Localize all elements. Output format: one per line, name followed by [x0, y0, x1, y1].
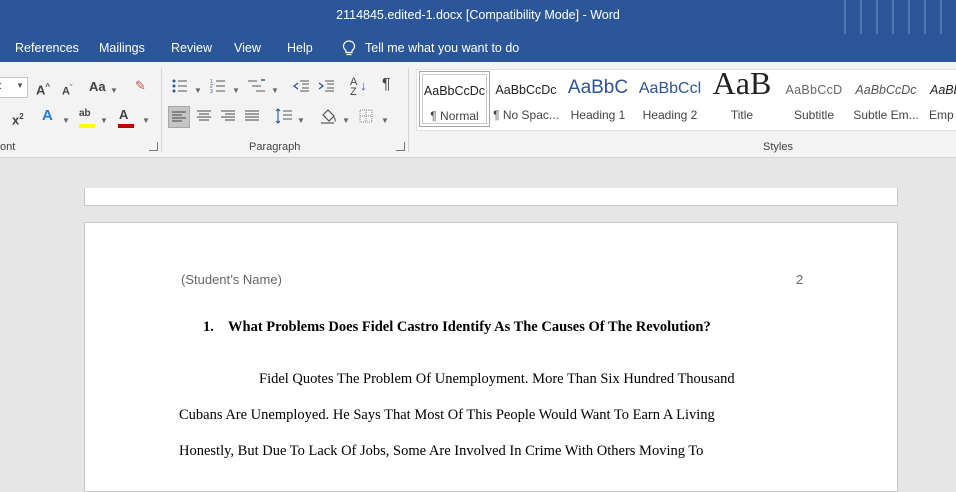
style-subtitle[interactable]: AaBbCcD Subtitle	[781, 71, 847, 127]
bullets-icon[interactable]	[172, 79, 188, 93]
paragraph-line[interactable]: Honestly, But Due To Lack Of Jobs, Some …	[179, 443, 703, 460]
font-dialog-launcher-icon[interactable]	[149, 142, 158, 151]
style-name: ¶ Normal	[430, 109, 479, 123]
style-name: ¶ No Spac...	[493, 108, 559, 122]
document-page[interactable]: (Student’s Name) 2 1. What Problems Does…	[84, 222, 898, 492]
shading-icon[interactable]	[320, 108, 338, 124]
chevron-down-icon: ▼	[381, 116, 389, 125]
previous-page-bottom	[84, 188, 898, 206]
style-name: Subtitle	[793, 108, 835, 122]
align-left-button[interactable]	[168, 106, 190, 128]
style-name: Heading 2	[642, 108, 698, 122]
chevron-down-icon: ▼	[110, 86, 118, 95]
paragraph-group-label: Paragraph	[249, 141, 301, 153]
style-no-spacing[interactable]: AaBbCcDc ¶ No Spac...	[493, 71, 559, 127]
style-emphasis[interactable]: AaBb Emp	[925, 71, 956, 127]
sort-arrow-icon: ↓	[360, 78, 367, 93]
font-group-label: ont	[0, 141, 16, 153]
lightbulb-icon	[342, 40, 356, 56]
style-name: Title	[730, 108, 754, 122]
paragraph-line[interactable]: Fidel Quotes The Problem Of Unemployment…	[259, 371, 735, 388]
styles-group-label: Styles	[763, 141, 793, 153]
window-title: 2114845.edited-1.docx [Compatibility Mod…	[336, 8, 620, 22]
tell-me-search[interactable]: Tell me what you want to do	[342, 40, 519, 56]
style-subtle-emphasis[interactable]: AaBbCcDc Subtle Em...	[853, 71, 919, 127]
tab-review[interactable]: Review	[171, 41, 212, 55]
style-preview: AaBbC	[567, 77, 629, 98]
paragraph-dialog-launcher-icon[interactable]	[396, 142, 405, 151]
style-preview: AaBbCcDc	[855, 83, 917, 97]
ribbon: : ▼ A^ Aˇ Aa ▼ ✎ x2 A ▼ ab ▼ A ▼ ont ▼ 1…	[0, 62, 956, 158]
decrease-indent-icon[interactable]	[293, 79, 310, 93]
style-preview: AaB	[712, 71, 772, 101]
highlight-icon[interactable]: ab	[79, 106, 91, 122]
chevron-down-icon: ▼	[100, 116, 108, 125]
style-preview: AaBb	[930, 83, 956, 97]
tab-references[interactable]: References	[15, 41, 79, 55]
tell-me-label: Tell me what you want to do	[365, 41, 520, 55]
chevron-down-icon: ▼	[62, 116, 70, 125]
header-student-name[interactable]: (Student’s Name)	[181, 272, 282, 287]
ribbon-tabs: References Mailings Review View Help Tel…	[0, 34, 956, 62]
chevron-down-icon: ▼	[297, 116, 305, 125]
chevron-down-icon: ▼	[232, 86, 240, 95]
chevron-down-icon: ▼	[16, 81, 24, 90]
font-color-bar	[118, 124, 134, 128]
show-formatting-icon[interactable]: ¶	[382, 77, 391, 93]
sort-icon[interactable]: AZ	[350, 77, 357, 98]
justify-icon[interactable]	[244, 110, 260, 122]
style-preview: AaBbCcD	[785, 83, 843, 97]
style-name: Heading 1	[570, 108, 626, 122]
style-heading-1[interactable]: AaBbC Heading 1	[565, 71, 631, 127]
font-size-dropdown[interactable]: : ▼	[0, 77, 28, 98]
heading-text: What Problems Does Fidel Castro Identify…	[228, 319, 711, 335]
style-heading-2[interactable]: AaBbCcl Heading 2	[637, 71, 703, 127]
multilevel-list-icon[interactable]	[248, 79, 266, 93]
style-name: Subtle Em...	[853, 108, 919, 122]
list-number: 1.	[203, 319, 214, 335]
tab-mailings[interactable]: Mailings	[99, 41, 145, 55]
increase-indent-icon[interactable]	[318, 79, 335, 93]
style-name: Emp	[929, 108, 954, 122]
styles-gallery: AaBbCcDc ¶ Normal AaBbCcDc ¶ No Spac... …	[416, 69, 956, 131]
highlight-color-bar	[79, 124, 95, 128]
superscript-icon[interactable]: x2	[12, 109, 24, 128]
chevron-down-icon: ▼	[342, 116, 350, 125]
style-preview: AaBbCcDc	[423, 84, 486, 98]
group-divider	[161, 68, 162, 152]
align-left-icon	[172, 111, 186, 122]
tab-help[interactable]: Help	[287, 41, 313, 55]
paragraph-line[interactable]: Cubans Are Unemployed. He Says That Most…	[179, 407, 715, 424]
borders-icon[interactable]	[359, 109, 373, 123]
font-color-icon[interactable]: A	[119, 107, 128, 123]
style-preview: AaBbCcDc	[495, 83, 557, 97]
group-divider	[408, 68, 409, 152]
shrink-font-icon[interactable]: Aˇ	[62, 81, 72, 100]
text-effects-icon[interactable]: A	[42, 108, 53, 124]
style-preview: AaBbCcl	[638, 80, 702, 97]
tab-view[interactable]: View	[234, 41, 261, 55]
line-spacing-icon[interactable]	[275, 108, 293, 124]
title-bar-pattern	[836, 0, 956, 34]
clear-formatting-icon[interactable]: ✎	[135, 78, 146, 94]
chevron-down-icon: ▼	[142, 116, 150, 125]
numbering-icon[interactable]: 123	[210, 79, 226, 93]
style-normal[interactable]: AaBbCcDc ¶ Normal	[419, 71, 490, 127]
grow-font-icon[interactable]: A^	[36, 79, 50, 98]
chevron-down-icon: ▼	[271, 86, 279, 95]
align-center-icon[interactable]	[196, 110, 212, 122]
header-page-number[interactable]: 2	[796, 272, 803, 287]
style-title[interactable]: AaB Title	[709, 71, 775, 127]
svg-text:3: 3	[210, 89, 213, 93]
align-right-icon[interactable]	[220, 110, 236, 122]
chevron-down-icon: ▼	[194, 86, 202, 95]
change-case-icon[interactable]: Aa	[89, 79, 106, 95]
title-bar: 2114845.edited-1.docx [Compatibility Mod…	[0, 0, 956, 34]
